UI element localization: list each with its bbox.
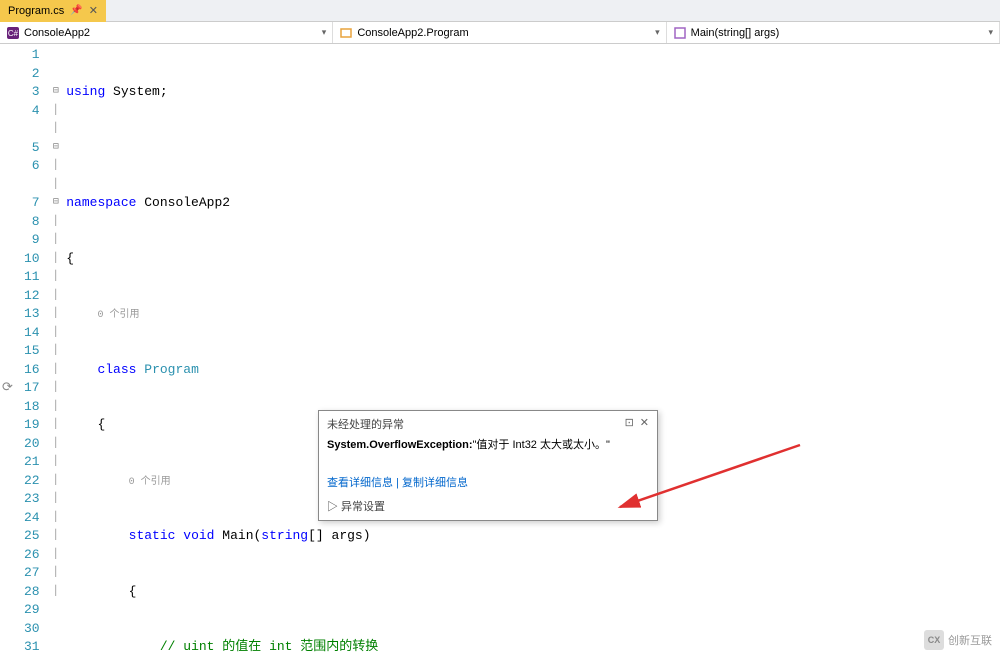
nav-class[interactable]: ConsoleApp2.Program ▾ xyxy=(333,22,666,43)
tooltip-title: 未经处理的异常 xyxy=(327,416,404,432)
chevron-down-icon[interactable]: ▾ xyxy=(322,27,327,38)
tab-filename: Program.cs xyxy=(8,5,64,17)
class-icon xyxy=(339,26,353,40)
chevron-down-icon[interactable]: ▾ xyxy=(988,27,993,38)
copy-details-link[interactable]: 复制详细信息 xyxy=(402,477,468,489)
watermark-logo: CX xyxy=(924,630,944,650)
margin-strip: ⟳ xyxy=(0,44,14,656)
chevron-down-icon[interactable]: ▾ xyxy=(655,27,660,38)
file-tab[interactable]: Program.cs 📌 ✕ xyxy=(0,0,106,22)
exception-tooltip: 未经处理的异常 ⊡ ✕ System.OverflowException:"值对… xyxy=(318,410,658,521)
view-details-link[interactable]: 查看详细信息 xyxy=(327,477,393,489)
csharp-icon: C# xyxy=(6,26,20,40)
fold-column: ⊟││⊟││⊟│││││││││││││││││││││ xyxy=(50,44,63,656)
code-area[interactable]: using System; namespace ConsoleApp2 { 0 … xyxy=(62,44,1000,656)
nav-project[interactable]: C# ConsoleApp2 ▾ xyxy=(0,22,333,43)
lightbulb-icon[interactable]: ⟳ xyxy=(2,380,13,395)
exception-settings[interactable]: ▷ 异常设置 xyxy=(319,494,657,520)
nav-method[interactable]: Main(string[] args) ▾ xyxy=(667,22,1000,43)
breadcrumb-bar: C# ConsoleApp2 ▾ ConsoleApp2.Program ▾ M… xyxy=(0,22,1000,44)
svg-text:C#: C# xyxy=(8,29,19,38)
tab-bar: Program.cs 📌 ✕ xyxy=(0,0,1000,22)
tooltip-body: System.OverflowException:"值对于 Int32 太大或太… xyxy=(319,434,657,470)
line-numbers: 1234567891011121314151617181920212223242… xyxy=(14,44,49,656)
close-icon[interactable]: ✕ xyxy=(640,416,649,432)
code-editor[interactable]: ⟳ 12345678910111213141516171819202122232… xyxy=(0,44,1000,656)
watermark: CX 创新互联 xyxy=(924,630,992,650)
pin-icon[interactable]: ⊡ xyxy=(625,416,634,432)
pin-icon[interactable]: 📌 xyxy=(70,5,82,16)
close-icon[interactable]: ✕ xyxy=(89,4,98,17)
method-icon xyxy=(673,26,687,40)
